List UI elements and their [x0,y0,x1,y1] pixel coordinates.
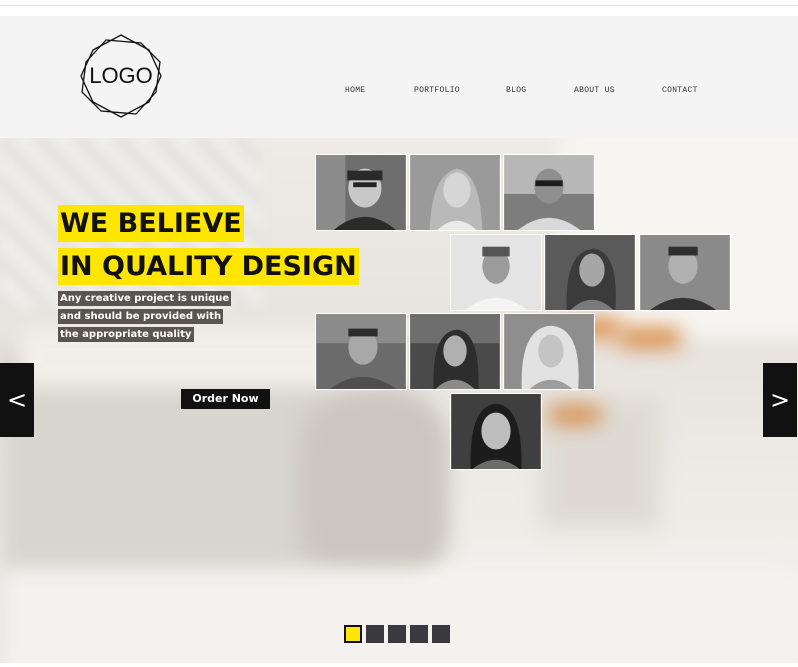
slider-dot-1[interactable] [344,625,362,643]
background-chair [300,388,450,588]
nav-home[interactable]: HOME [345,86,365,95]
nav-blog[interactable]: BLOG [506,86,526,95]
team-photo [450,393,542,470]
logo-text: LOGO [89,63,153,88]
top-border [0,0,798,6]
hero-headline-line2: IN QUALITY DESIGN [58,248,359,285]
slider-dot-3[interactable] [388,625,406,643]
nav-about-us[interactable]: ABOUT US [574,86,615,95]
team-photo [544,234,636,311]
slider-dot-4[interactable] [410,625,428,643]
team-photo [503,154,595,231]
background-floor [0,568,798,663]
hero-slider: WE BELIEVE IN QUALITY DESIGN Any creativ… [0,138,798,663]
team-photo [315,154,407,231]
team-photo [503,313,595,390]
order-now-button[interactable]: Order Now [181,389,270,409]
team-photo [315,313,407,390]
nav-portfolio[interactable]: PORTFOLIO [414,86,460,95]
next-slide-button[interactable]: > [763,363,797,437]
hero-subtext-line: and should be provided with [58,309,224,324]
team-photo [639,234,731,311]
prev-slide-button[interactable]: < [0,363,34,437]
team-photo [450,234,542,311]
logo[interactable]: LOGO [76,32,166,120]
team-photo [409,154,501,231]
site-header: LOGO HOME PORTFOLIO BLOG ABOUT US CONTAC… [0,16,798,138]
slider-dot-2[interactable] [366,625,384,643]
hero-subtext: Any creative project is unique and shoul… [58,288,238,342]
background-cabinet-orange [550,406,600,424]
nav-contact[interactable]: CONTACT [662,86,698,95]
team-photo [409,313,501,390]
background-cabinet-orange [620,328,680,348]
hero-subtext-line: Any creative project is unique [58,291,232,306]
hero-headline-line1: WE BELIEVE [58,205,244,242]
slider-dot-5[interactable] [432,625,450,643]
main-nav: HOME PORTFOLIO BLOG ABOUT US CONTACT [0,86,798,100]
hero-subtext-line: the appropriate quality [58,327,194,342]
